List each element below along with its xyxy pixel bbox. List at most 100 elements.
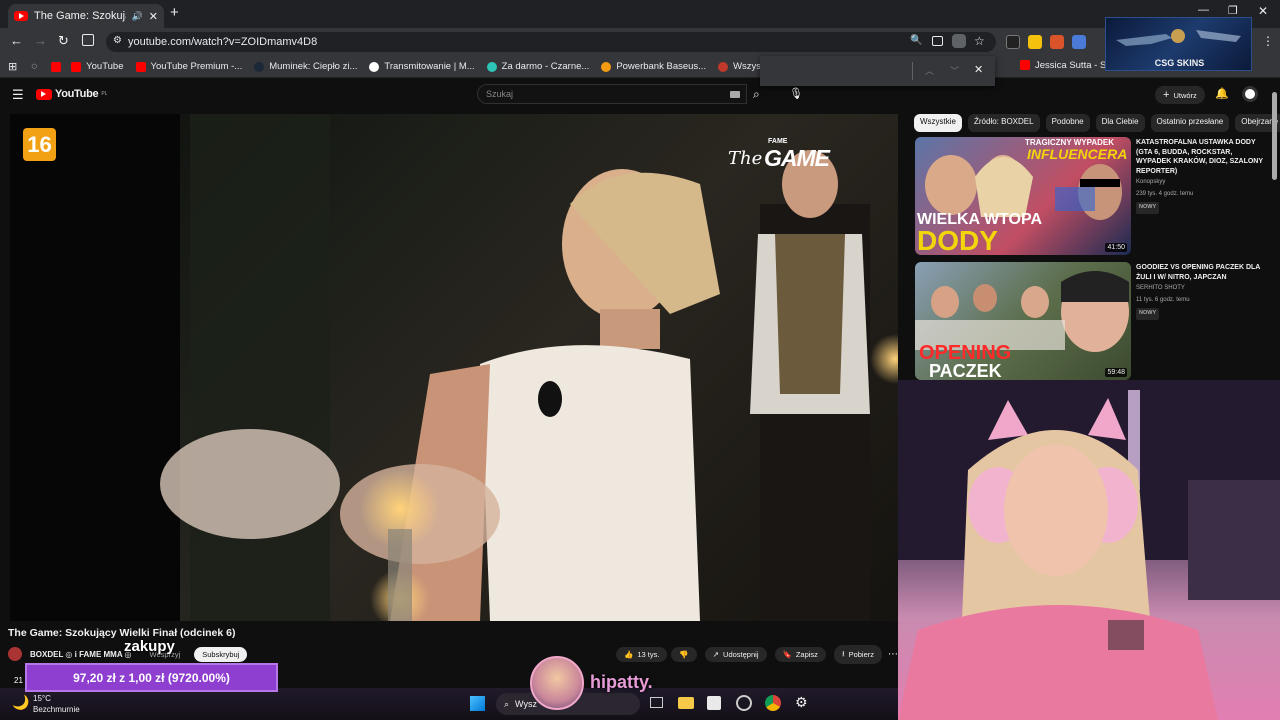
thumb-mid-text: INFLUENCERA (1027, 146, 1128, 162)
bookmark-transmitowanie[interactable]: Transmitowanie | M... (369, 61, 475, 72)
video-player[interactable]: 16 FAME The GAME (10, 114, 898, 621)
find-divider (912, 62, 913, 80)
bookmark-label: Muminek: Ciepło zi... (269, 61, 358, 72)
weather-icon[interactable]: 🌙 (12, 694, 29, 711)
bookmark-za-darmo[interactable]: Za darmo - Czarne... (486, 61, 590, 72)
recommendation-item[interactable]: OPENING PACZEK 59:48 GOODIEZ VS OPENING … (915, 262, 1275, 380)
bookmark-icon[interactable]: ◌ (31, 61, 37, 72)
tab-title: The Game: Szokujący Wielki (34, 10, 126, 22)
window-close-icon[interactable]: ✕ (1258, 4, 1268, 18)
chip-recent[interactable]: Ostatnio przesłane (1150, 114, 1230, 132)
youtube-region: PL (101, 91, 108, 97)
extension-icon[interactable] (1006, 35, 1020, 49)
zakupy-label: zakupy (124, 638, 175, 655)
side-panel-icon[interactable] (82, 34, 94, 46)
channel-avatar[interactable] (8, 647, 22, 661)
tab-close-icon[interactable]: ✕ (149, 10, 158, 23)
windows-taskbar: 🌙 15°C Bezchmurnie ⌕ Wysz ⚙ (0, 688, 898, 720)
youtube-logo[interactable]: YouTube PL (36, 88, 107, 100)
extension-active-icon[interactable] (952, 34, 966, 48)
back-icon[interactable]: ← (10, 33, 23, 48)
bookmark-star-icon[interactable]: ☆ (974, 34, 985, 48)
keyboard-icon[interactable] (730, 91, 740, 98)
bookmark-powerbank[interactable]: Powerbank Baseus... (601, 61, 706, 72)
apps-icon[interactable]: ⊞ (8, 60, 17, 73)
file-explorer-icon[interactable] (678, 697, 694, 709)
more-actions-icon[interactable]: ⋯ (888, 649, 898, 660)
search-icon[interactable]: ⌕ (753, 87, 760, 102)
install-icon[interactable] (932, 36, 943, 46)
find-next-icon[interactable]: ﹀ (950, 64, 959, 77)
chip-source[interactable]: Źródło: BOXDEL (968, 114, 1040, 132)
save-label: Zapisz (795, 649, 818, 659)
chip-all[interactable]: Wszystkie (914, 114, 962, 132)
recommendation-info[interactable]: KATASTROFALNA USTAWKA DODY (GTA 6, BUDDA… (1136, 138, 1264, 214)
thumbs-down-icon: 👎 (679, 649, 689, 659)
create-button[interactable]: + Utwórz (1155, 86, 1205, 104)
share-button[interactable]: ↗ Udostępnij (704, 646, 767, 662)
browser-tab-active[interactable]: The Game: Szokujący Wielki 🔊 ✕ (8, 4, 164, 28)
youtube-icon (135, 61, 146, 72)
video-thumbnail[interactable]: TRAGICZNY WYPADEK INFLUENCERA WIELKA WTO… (915, 137, 1131, 255)
chrome-icon[interactable] (765, 695, 781, 711)
extension-icon[interactable] (1028, 35, 1042, 49)
bookmark-muminek[interactable]: Muminek: Ciepło zi... (254, 61, 357, 72)
thumb-line2-text: PACZEK (929, 361, 1002, 380)
reload-icon[interactable]: ↻ (58, 33, 69, 49)
bookmark-youtube-premium[interactable]: YouTube Premium -... (135, 61, 242, 72)
extension-icon[interactable] (1072, 35, 1086, 49)
weather-desc: Bezchmurnie (33, 705, 80, 714)
save-button[interactable]: 🔖 Zapisz (774, 646, 826, 662)
recommendation-chips: Wszystkie Źródło: BOXDEL Podobne Dla Cie… (914, 114, 1280, 132)
new-tab-button[interactable]: + (170, 4, 179, 21)
subscribe-button[interactable]: Subskrybuj (194, 646, 248, 662)
recommendation-title[interactable]: KATASTROFALNA USTAWKA DODY (GTA 6, BUDDA… (1136, 138, 1264, 176)
extension-icon[interactable] (1050, 35, 1064, 49)
guide-menu-icon[interactable]: ☰ (12, 87, 24, 103)
minimize-icon[interactable]: — (1198, 4, 1209, 16)
recommendation-info[interactable]: GOODIEZ VS OPENING PACZEK DLA ŻULI I W/ … (1136, 263, 1264, 320)
dislike-button[interactable]: 👎 (671, 646, 697, 662)
recommendation-channel[interactable]: Konopskyy (1136, 178, 1264, 188)
windows-start-icon[interactable] (470, 696, 485, 711)
thumbs-up-icon: 👍 (623, 649, 634, 659)
brand-game: GAME (764, 145, 830, 171)
chip-similar[interactable]: Podobne (1045, 114, 1090, 132)
bookmark-youtube[interactable]: YouTube (71, 61, 124, 72)
audio-icon[interactable]: 🔊 (132, 11, 143, 22)
streamer-illustration (898, 380, 1280, 720)
search-input[interactable]: Szukaj (477, 84, 747, 104)
like-button[interactable]: 👍 13 tys. (615, 646, 668, 662)
download-button[interactable]: ⭳ Pobierz (833, 644, 882, 664)
recommendation-title[interactable]: GOODIEZ VS OPENING PACZEK DLA ŻULI I W/ … (1136, 263, 1264, 282)
gg-icon (486, 61, 497, 72)
microphone-icon[interactable]: 🎙 (789, 87, 803, 100)
chip-for-you[interactable]: Dla Ciebie (1095, 114, 1145, 132)
store-icon[interactable] (707, 696, 721, 710)
app-icon[interactable] (736, 695, 752, 711)
recommendation-channel[interactable]: SERHITO SHOTY (1136, 284, 1264, 294)
zoom-icon[interactable]: 🔍 (910, 35, 922, 46)
video-frame-illustration (10, 114, 898, 621)
site-info-icon[interactable]: ⚙ (113, 35, 122, 46)
video-thumbnail[interactable]: OPENING PACZEK 59:48 (915, 262, 1131, 380)
bookmark-label: Za darmo - Czarne... (501, 61, 590, 72)
video-duration: 59:48 (1105, 368, 1127, 377)
browser-menu-icon[interactable]: ⋮ (1262, 34, 1274, 48)
task-view-icon[interactable] (650, 697, 663, 708)
find-close-icon[interactable]: ✕ (974, 63, 983, 76)
find-previous-icon[interactable]: ︿ (925, 64, 934, 77)
create-label: Utwórz (1173, 90, 1197, 100)
notifications-bell-icon[interactable]: 🔔 (1215, 87, 1229, 100)
recommendation-item[interactable]: TRAGICZNY WYPADEK INFLUENCERA WIELKA WTO… (915, 137, 1275, 255)
channel-name[interactable]: BOXDEL ◎ i FAME MMA ◎ (30, 650, 132, 659)
settings-icon[interactable]: ⚙ (795, 694, 808, 711)
streamer-name: hipatty. (590, 672, 653, 692)
address-bar[interactable]: ⚙ youtube.com/watch?v=ZOIDmamv4D8 🔍 ☆ (106, 32, 996, 52)
maximize-icon[interactable]: ❐ (1228, 4, 1238, 17)
avatar[interactable] (1242, 86, 1258, 102)
bookmark-label: Powerbank Baseus... (616, 61, 707, 72)
youtube-bookmark-icon[interactable] (51, 61, 62, 72)
forward-icon[interactable]: → (34, 33, 47, 48)
search-placeholder: Szukaj (486, 89, 514, 99)
